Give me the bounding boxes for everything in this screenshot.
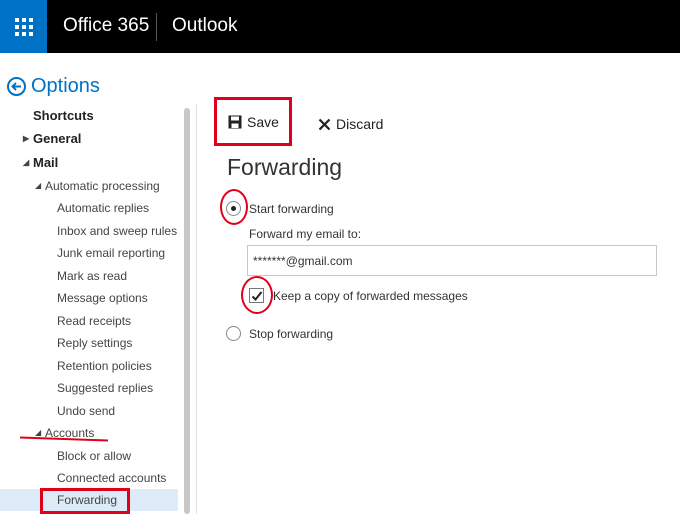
floppy-disk-icon (228, 115, 242, 128)
sidebar-item-mail[interactable]: ◢ Mail (0, 152, 178, 174)
content-divider (196, 104, 197, 514)
sidebar-item-label: Undo send (57, 404, 116, 418)
caret-right-icon[interactable]: ▶ (23, 128, 29, 150)
sidebar-item-label: Mark as read (57, 269, 128, 283)
options-back-link[interactable]: Options (7, 75, 100, 98)
start-forwarding-label: Start forwarding (249, 201, 334, 216)
sidebar-item-label: Automatic processing (45, 179, 160, 193)
sidebar-item-general[interactable]: ▶ General (0, 128, 178, 150)
save-button-label: Save (247, 113, 279, 130)
options-sidebar: Shortcuts ▶ General ◢ Mail ◢ Automatic p… (0, 104, 190, 514)
sidebar-item-automatic-processing[interactable]: ◢ Automatic processing (0, 175, 178, 197)
app-name[interactable]: Outlook (172, 15, 237, 37)
sidebar-item-label: Mail (33, 155, 59, 170)
sidebar-item-message-options[interactable]: Message options (0, 287, 178, 309)
close-icon (318, 118, 331, 130)
sidebar-item-shortcuts[interactable]: Shortcuts (0, 105, 178, 127)
caret-down-icon[interactable]: ◢ (35, 175, 41, 197)
topbar-divider (156, 13, 157, 41)
sidebar-scrollbar[interactable] (184, 108, 190, 514)
sidebar-item-label: Block or allow (57, 449, 132, 463)
sidebar-item-connected-accounts[interactable]: Connected accounts (0, 467, 178, 489)
keep-copy-label: Keep a copy of forwarded messages (273, 288, 468, 303)
sidebar-item-label: Connected accounts (57, 471, 167, 485)
stop-forwarding-radio[interactable] (226, 326, 241, 341)
page-title: Forwarding (227, 154, 343, 180)
forward-email-input[interactable] (247, 245, 657, 276)
top-bar: Office 365 Outlook (0, 0, 680, 53)
sidebar-item-junk-email-reporting[interactable]: Junk email reporting (0, 242, 178, 264)
sidebar-item-undo-send[interactable]: Undo send (0, 400, 178, 422)
app-launcher-button[interactable] (0, 0, 47, 53)
annotation-box-forwarding (40, 488, 130, 514)
sidebar-item-read-receipts[interactable]: Read receipts (0, 310, 178, 332)
stop-forwarding-option[interactable]: Stop forwarding (226, 326, 333, 341)
sidebar-item-retention-policies[interactable]: Retention policies (0, 355, 178, 377)
caret-down-icon[interactable]: ◢ (35, 422, 41, 444)
sidebar-item-label: Junk email reporting (57, 246, 166, 260)
caret-down-icon[interactable]: ◢ (23, 152, 29, 174)
discard-button-label: Discard (336, 116, 384, 132)
sidebar-item-label: Read receipts (57, 314, 132, 328)
discard-button[interactable]: Discard (318, 116, 383, 132)
sidebar-item-inbox-sweep-rules[interactable]: Inbox and sweep rules (0, 220, 178, 242)
annotation-circle-keep-copy (241, 276, 273, 314)
sidebar-item-label: Inbox and sweep rules (57, 224, 178, 238)
annotation-circle-start (220, 189, 248, 225)
forward-to-label: Forward my email to: (249, 227, 362, 241)
sidebar-item-label: Automatic replies (57, 201, 150, 215)
sidebar-item-label: Message options (57, 291, 148, 305)
keep-copy-option[interactable]: Keep a copy of forwarded messages (249, 288, 468, 303)
sidebar-item-automatic-replies[interactable]: Automatic replies (0, 197, 178, 219)
sidebar-item-label: General (33, 131, 82, 146)
sidebar-item-mark-as-read[interactable]: Mark as read (0, 265, 178, 287)
save-button[interactable]: Save (214, 97, 292, 146)
sidebar-item-label: Suggested replies (57, 381, 154, 395)
waffle-icon (14, 17, 33, 36)
suite-name[interactable]: Office 365 (63, 15, 149, 37)
sidebar-item-label: Shortcuts (33, 108, 94, 123)
options-title[interactable]: Options (31, 75, 100, 98)
sidebar-item-label: Retention policies (57, 359, 152, 373)
sidebar-item-label: Reply settings (57, 336, 133, 350)
stop-forwarding-label: Stop forwarding (249, 326, 334, 341)
sidebar-item-reply-settings[interactable]: Reply settings (0, 332, 178, 354)
back-arrow-icon[interactable] (7, 77, 26, 96)
sidebar-item-block-or-allow[interactable]: Block or allow (0, 445, 178, 467)
sidebar-item-suggested-replies[interactable]: Suggested replies (0, 377, 178, 399)
